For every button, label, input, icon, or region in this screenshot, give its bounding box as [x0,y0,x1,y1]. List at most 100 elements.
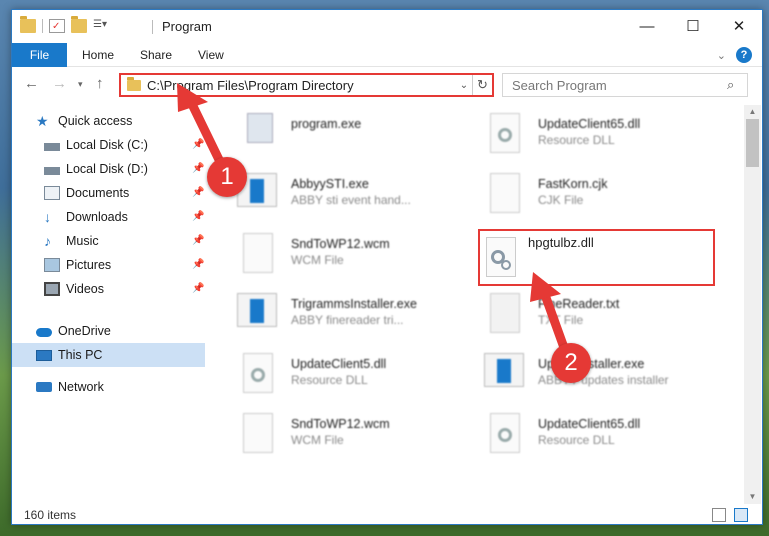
file-item[interactable]: UpdateClient65.dll Resource DLL [484,411,734,467]
recent-locations-icon[interactable]: ▾ [78,79,83,90]
file-item[interactable]: TrigrammsInstaller.exe ABBY finereader t… [237,291,487,347]
sidebar-item-label: Downloads [66,210,128,224]
search-box[interactable]: Search Program ⌕ [502,73,748,97]
sidebar-item-label: Documents [66,186,130,200]
file-item[interactable]: SndToWP12.wcm WCM File [237,411,487,467]
sidebar-item-label: This PC [58,348,103,362]
file-name: FastKorn.cjk [538,177,608,191]
sidebar-item-videos[interactable]: Videos [44,277,104,301]
quick-access-toolbar: ✓ ☰▾ [20,16,115,33]
new-folder-icon[interactable] [71,16,87,33]
file-type: ABBY finereader tri... [291,313,404,327]
minimize-button[interactable]: — [624,10,670,42]
sidebar-item-label: Music [66,234,99,248]
computer-icon [36,349,52,361]
pin-icon: 📌 [192,139,205,150]
scroll-thumb[interactable] [746,119,759,167]
sidebar-item-network[interactable]: Network [36,375,104,399]
pin-icon: 📌 [192,163,205,174]
sidebar-item-pictures[interactable]: Pictures [44,253,111,277]
address-path[interactable]: C:\Program Files\Program Directory [147,78,456,93]
navigation-bar: ← → ▾ ↑ C:\Program Files\Program Directo… [12,68,762,102]
up-arrow-icon[interactable]: ↑ [96,75,104,92]
file-list: program.exe AbbyySTI.exe ABBY sti event … [207,105,742,505]
file-item[interactable]: Updateinstaller.exe ABBYY updates instal… [484,351,734,407]
exe-file-icon [484,353,524,387]
tab-file[interactable]: File [12,43,67,67]
details-view-icon[interactable] [712,508,726,522]
sidebar-item-local-disk-c[interactable]: Local Disk (C:) [44,133,148,157]
vertical-scrollbar[interactable]: ▲ ▼ [744,105,761,504]
customize-toolbar-icon[interactable]: ☰▾ [93,19,115,33]
scroll-up-icon[interactable]: ▲ [744,105,761,119]
tab-view[interactable]: View [198,43,224,67]
tab-share[interactable]: Share [140,43,172,67]
file-item[interactable]: SndToWP12.wcm WCM File [237,231,487,287]
tab-home[interactable]: Home [82,43,114,67]
scroll-down-icon[interactable]: ▼ [744,490,761,504]
sidebar-item-downloads[interactable]: ↓ Downloads [44,205,128,229]
file-name: SndToWP12.wcm [291,417,390,431]
file-type: Resource DLL [538,433,615,447]
navigation-pane: ★ Quick access Local Disk (C:) 📌 Local D… [12,105,205,505]
pin-icon: 📌 [192,211,205,222]
large-icons-view-icon[interactable] [734,508,748,522]
sidebar-item-this-pc[interactable]: This PC [36,343,102,367]
text-file-icon [490,293,520,333]
sidebar-item-label: Videos [66,282,104,296]
back-arrow-icon[interactable]: ← [24,75,39,92]
file-type: CJK File [538,193,584,207]
title-bar: ✓ ☰▾ Program — ☐ ✕ [12,10,762,43]
network-icon [36,382,52,392]
sidebar-item-label: Quick access [58,114,133,128]
refresh-icon[interactable]: ↻ [472,75,492,95]
properties-icon[interactable]: ✓ [49,19,65,33]
address-bar[interactable]: C:\Program Files\Program Directory ⌄ ↻ [119,73,494,97]
step-1-badge: 1 [207,157,247,197]
file-name: UpdateClient65.dll [538,417,641,431]
file-name: FineReader.txt [538,297,620,311]
highlighted-file-item[interactable]: hpgtulbz.dll [478,229,715,286]
view-toggle [712,508,748,522]
file-item[interactable]: UpdateClient5.dll Resource DLL [237,351,487,407]
exe-file-icon [247,113,273,143]
close-button[interactable]: ✕ [716,10,762,42]
dll-file-icon [490,413,520,453]
sidebar-item-label: Local Disk (C:) [66,138,148,152]
search-icon[interactable]: ⌕ [727,77,747,93]
file-item[interactable]: program.exe [237,111,487,167]
document-file-icon [243,233,273,273]
window-title: Program [162,19,212,34]
expand-ribbon-icon[interactable]: ⌄ [717,49,726,62]
file-item[interactable]: FineReader.txt TXT File [484,291,734,347]
file-type: Resource DLL [538,133,615,147]
sidebar-item-documents[interactable]: Documents [44,181,129,205]
file-item[interactable]: FastKorn.cjk CJK File [484,171,734,227]
file-name: AbbyySTI.exe [291,177,369,191]
file-item[interactable]: UpdateClient65.dll Resource DLL [484,111,734,167]
chevron-down-icon[interactable]: ⌄ [456,80,472,91]
file-name: UpdateClient65.dll [538,117,641,131]
file-name: SndToWP12.wcm [291,237,390,251]
forward-arrow-icon[interactable]: → [52,75,67,92]
sidebar-item-onedrive[interactable]: OneDrive [36,319,111,343]
help-icon[interactable]: ? [736,47,752,63]
file-item[interactable]: AbbyySTI.exe ABBY sti event hand... [237,171,487,227]
window-controls: — ☐ ✕ [624,10,762,42]
sidebar-item-music[interactable]: ♪ Music [44,229,99,253]
search-input[interactable]: Search Program [512,78,727,93]
sidebar-item-label: Local Disk (D:) [66,162,148,176]
sidebar-item-label: Network [58,380,104,394]
sidebar-item-local-disk-d[interactable]: Local Disk (D:) [44,157,148,181]
sidebar-item-label: Pictures [66,258,112,272]
sidebar-item-quick-access[interactable]: ★ Quick access [36,109,132,133]
divider [42,19,43,33]
dll-file-icon [486,237,516,277]
cloud-icon [36,328,52,337]
item-count: 160 items [24,508,77,522]
sidebar-item-label: OneDrive [58,324,111,338]
file-type: ABBY sti event hand... [291,193,411,207]
documents-icon [44,186,60,200]
maximize-button[interactable]: ☐ [670,10,716,42]
dll-file-icon [490,113,520,153]
